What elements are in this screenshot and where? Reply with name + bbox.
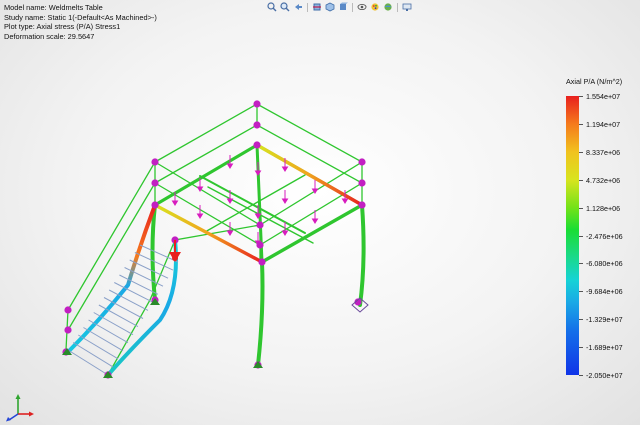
load-arrow-head — [311, 218, 319, 224]
legend-value-label: 1.128e+06 — [586, 203, 621, 213]
joint-node — [358, 158, 366, 166]
legend-color-bar — [566, 96, 579, 375]
legend-value-label: 8.337e+06 — [586, 147, 621, 157]
legend-tick — [579, 207, 583, 209]
joint-node — [358, 179, 366, 187]
legend-tick — [579, 96, 583, 97]
joint-node — [151, 179, 159, 187]
joint-node — [258, 258, 266, 266]
stair-tread — [83, 327, 124, 352]
joint-node — [151, 201, 159, 209]
legend-tick — [579, 319, 583, 321]
stair-tread — [72, 342, 114, 368]
stair-tread — [78, 334, 119, 360]
load-arrow-head — [171, 200, 179, 206]
joint-node — [358, 201, 366, 209]
legend-tick — [579, 235, 583, 237]
guard-rail-frame — [65, 103, 364, 376]
legend-value-label: -9.684e+06 — [586, 287, 623, 297]
stress-legend: Axial P/A (N/m^2) 1.554e+07 1.194e+07 8.33… — [560, 77, 640, 380]
joint-nodes — [62, 100, 366, 379]
legend-tick — [579, 263, 583, 265]
legend-value-label: -2.476e+06 — [586, 231, 623, 241]
legend-tick — [579, 151, 583, 153]
joint-node — [64, 306, 72, 314]
load-arrow-head — [196, 213, 204, 219]
stair-tread — [93, 312, 134, 336]
legend-tick — [579, 375, 583, 376]
joint-node — [256, 221, 264, 229]
axis-triad — [6, 394, 34, 422]
weldment-table-model-viewport[interactable] — [0, 0, 640, 425]
load-arrow-head — [226, 230, 234, 236]
legend-value-label: -1.689e+07 — [586, 343, 623, 353]
load-arrow-head — [281, 198, 289, 204]
joint-node — [151, 158, 159, 166]
legend-value-label: 1.194e+07 — [586, 119, 621, 129]
load-arrow-head — [341, 198, 349, 204]
legend-tick — [579, 291, 583, 293]
load-arrow-head — [281, 230, 289, 236]
joint-node — [64, 326, 72, 334]
load-arrow-head — [281, 166, 289, 172]
legend-tick — [579, 179, 583, 181]
legend-tick — [579, 347, 583, 349]
legend-value-label: -1.329e+07 — [586, 315, 623, 325]
legend-tick — [579, 123, 583, 125]
joint-node — [253, 121, 261, 129]
load-arrow-head — [226, 198, 234, 204]
legend-value-label: 1.554e+07 — [586, 92, 621, 101]
legend-value-label: 4.732e+06 — [586, 175, 621, 185]
stair-tread — [88, 319, 129, 344]
legend-value-label: -6.080e+06 — [586, 259, 623, 269]
joint-node — [256, 241, 264, 249]
joint-node — [253, 141, 261, 149]
support-columns — [150, 203, 366, 367]
joint-node — [253, 100, 261, 108]
load-arrow-head — [226, 163, 234, 169]
legend-title: Axial P/A (N/m^2) — [566, 77, 623, 86]
stair-tread — [67, 349, 109, 376]
legend-value-label: -2.050e+07 — [586, 371, 623, 380]
